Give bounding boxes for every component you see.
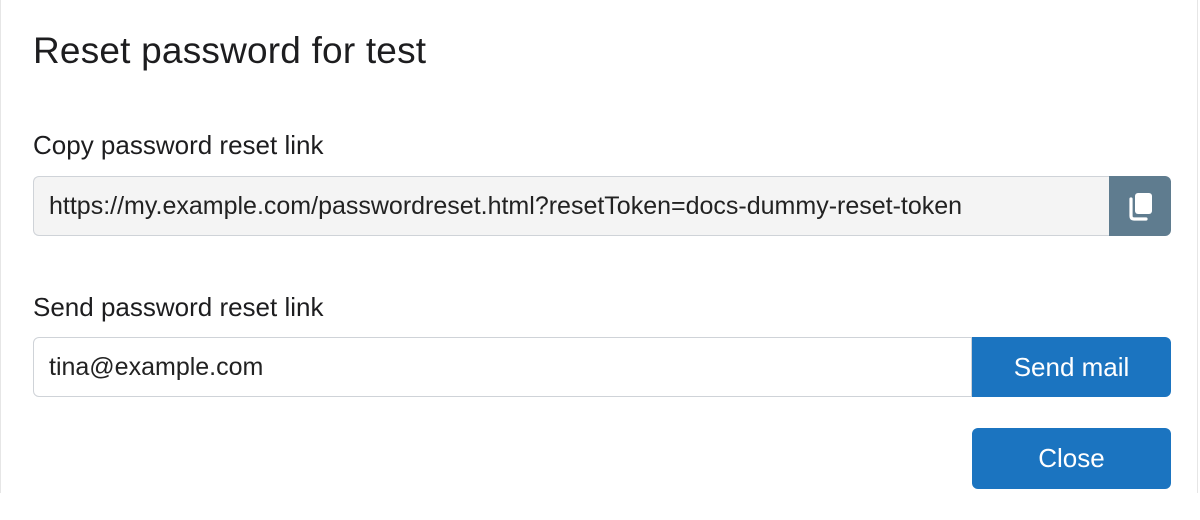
send-mail-button[interactable]: Send mail bbox=[972, 337, 1171, 397]
reset-password-dialog: Reset password for test Copy password re… bbox=[0, 0, 1198, 493]
email-input[interactable] bbox=[33, 337, 972, 397]
copy-link-label: Copy password reset link bbox=[33, 130, 324, 160]
close-button[interactable]: Close bbox=[972, 428, 1171, 489]
reset-link-field[interactable]: https://my.example.com/passwordreset.htm… bbox=[33, 176, 1109, 236]
dialog-title: Reset password for test bbox=[33, 30, 427, 71]
copy-icon bbox=[1126, 191, 1154, 221]
send-link-label: Send password reset link bbox=[33, 292, 324, 322]
copy-link-button[interactable] bbox=[1109, 176, 1171, 236]
